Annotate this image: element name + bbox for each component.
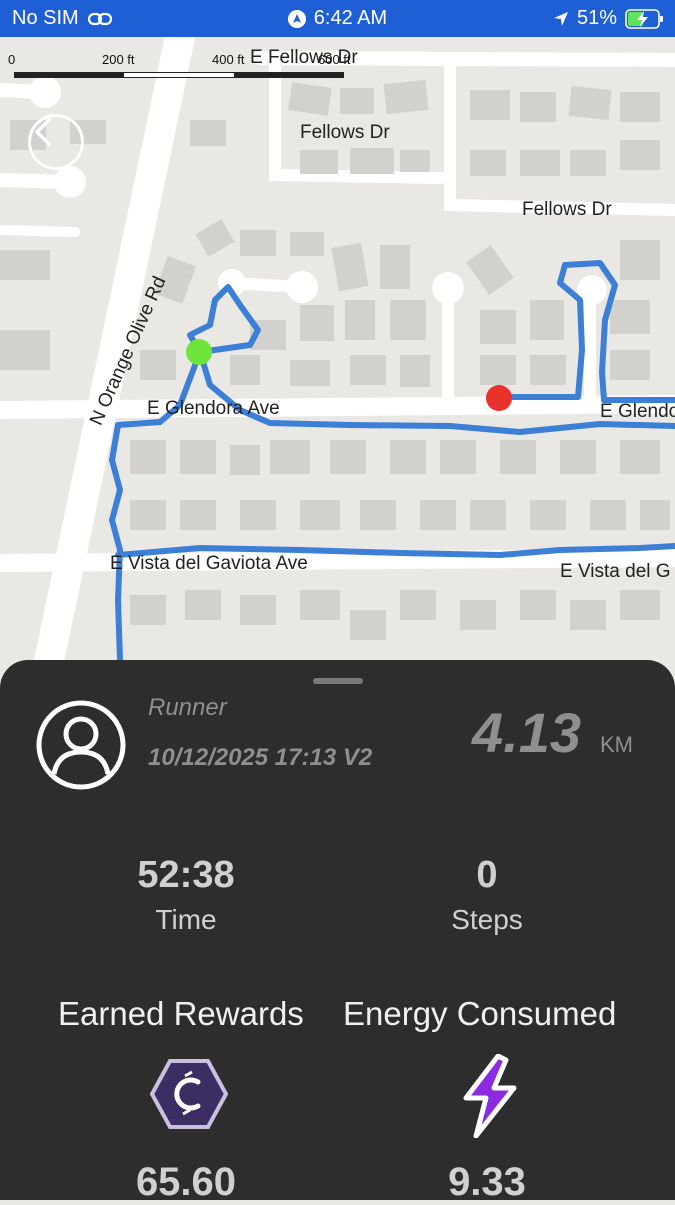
street-label: E Fellows Dr — [250, 47, 358, 68]
energy-bolt-icon — [463, 1054, 517, 1138]
steps-value: 0 — [476, 854, 498, 896]
street-label: E Vista del Gaviota Ave — [110, 553, 308, 574]
activity-summary-sheet[interactable]: Runner 10/12/2025 17:13 V2 4.13 KM 52:38… — [0, 660, 675, 1204]
street-label: E Glendora Ave — [147, 398, 280, 419]
back-button[interactable] — [28, 114, 84, 170]
user-avatar-icon — [36, 700, 126, 790]
route-map[interactable]: 0 200 ft 400 ft 600 ft E Fellows Dr Fell… — [0, 37, 675, 677]
time-label: Time — [155, 904, 217, 935]
navigation-circle-icon — [287, 9, 306, 28]
battery-charging-icon — [625, 8, 663, 29]
rewards-label: Earned Rewards — [58, 995, 304, 1032]
distance-unit: KM — [600, 732, 633, 757]
energy-value: 9.33 — [448, 1160, 526, 1204]
start-marker — [186, 339, 212, 365]
chevron-left-icon — [35, 118, 51, 146]
end-marker — [486, 385, 512, 411]
user-name: Runner — [148, 694, 227, 721]
energy-label: Energy Consumed — [343, 995, 617, 1032]
location-arrow-icon — [553, 11, 568, 26]
distance-value: 4.13 — [472, 701, 581, 764]
reward-coin-icon — [150, 1059, 228, 1129]
street-label: Fellows Dr — [522, 199, 612, 220]
street-label: E Vista del G — [560, 561, 671, 582]
scale-label: 200 ft — [102, 52, 135, 67]
scale-label: 0 — [8, 52, 16, 67]
rewards-value: 65.60 — [135, 1160, 237, 1204]
battery-percent: 51% — [576, 7, 617, 29]
clock-time: 6:42 AM — [313, 7, 388, 29]
street-label: E Glendo — [600, 401, 675, 422]
time-value: 52:38 — [137, 854, 235, 896]
activity-date: 10/12/2025 17:13 V2 — [148, 744, 373, 771]
street-label: Fellows Dr — [300, 122, 390, 143]
scale-label: 400 ft — [212, 52, 245, 67]
steps-label: Steps — [451, 904, 523, 935]
status-bar: No SIM 6:42 AM 51% — [0, 0, 675, 37]
sheet-drag-handle[interactable] — [313, 678, 363, 684]
